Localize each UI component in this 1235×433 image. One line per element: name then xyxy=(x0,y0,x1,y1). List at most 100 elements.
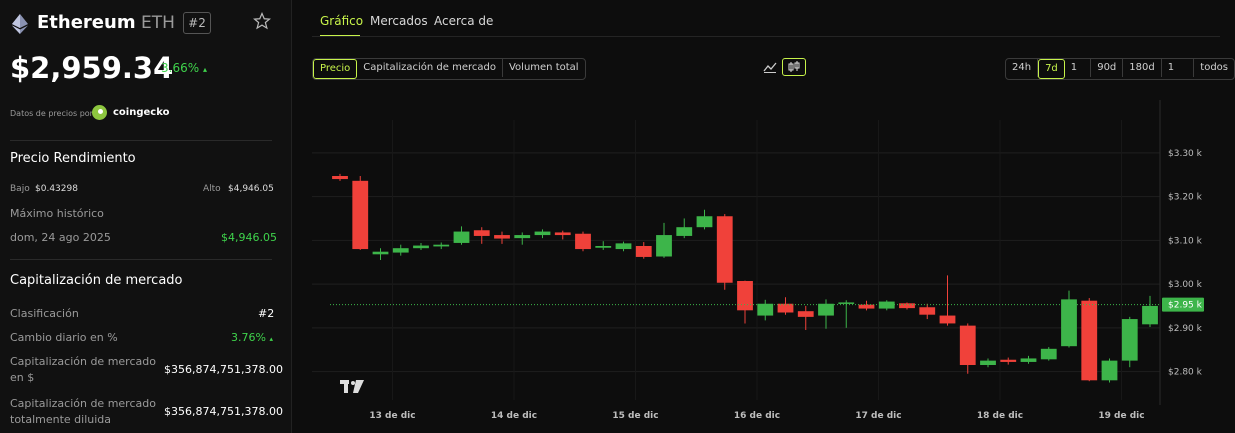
y-tick-label: $2.80 k xyxy=(1168,368,1203,378)
rank-value: #2 xyxy=(258,307,275,320)
candle-body xyxy=(696,216,713,228)
candle-body xyxy=(676,227,693,236)
daily-change-value: 3.76% xyxy=(231,331,266,344)
fdv-value: $356,874,751,378.00 xyxy=(164,405,283,418)
up-arrow-icon: ▴ xyxy=(269,335,273,343)
x-tick-label: 18 de dic xyxy=(977,411,1023,421)
candle-body xyxy=(757,303,774,316)
x-tick-label: 17 de dic xyxy=(855,411,901,421)
candle-body xyxy=(554,232,571,236)
fdv-label: Capitalización de mercado totalmente dil… xyxy=(10,397,156,426)
candle-body xyxy=(453,231,470,243)
candle-body xyxy=(858,304,875,309)
candle-body xyxy=(797,311,814,317)
performance-title: Precio Rendimiento xyxy=(10,151,136,166)
candle-body xyxy=(392,248,409,253)
candle-body xyxy=(959,325,976,365)
rank-badge: #2 xyxy=(183,12,211,34)
line-chart-icon[interactable] xyxy=(760,58,780,76)
marketcap-title: Capitalización de mercado xyxy=(10,273,183,288)
y-tick-label: $3.30 k xyxy=(1168,149,1203,159)
range-180d-button[interactable]: 180d xyxy=(1123,59,1162,77)
candle-body xyxy=(1121,319,1138,361)
candle-body xyxy=(332,176,348,180)
candle-body xyxy=(939,315,956,324)
candle-body xyxy=(1061,299,1077,347)
candle-body xyxy=(413,245,429,249)
range-90d-button[interactable]: 90d xyxy=(1091,59,1124,77)
up-arrow-icon: ▴ xyxy=(202,65,207,74)
candle-body xyxy=(372,251,389,255)
range-24h-button[interactable]: 24h xyxy=(1006,59,1039,77)
ath-label: Máximo histórico xyxy=(10,207,104,220)
candle-body xyxy=(635,246,652,257)
candle-body xyxy=(352,180,369,250)
candlestick-chart-icon[interactable] xyxy=(782,58,806,76)
daily-change: 3.76% ▴ xyxy=(231,331,273,344)
candle-body xyxy=(473,230,490,236)
x-tick-label: 14 de dic xyxy=(491,411,537,421)
metric-volume-button[interactable]: Volumen total xyxy=(503,59,585,77)
tabs-divider xyxy=(312,36,1220,37)
ethereum-logo-icon xyxy=(12,14,28,34)
candle-body xyxy=(514,235,531,239)
coin-name: Ethereum xyxy=(37,12,136,33)
rank-label: Clasificación xyxy=(10,307,79,320)
candle-body xyxy=(656,235,672,257)
coin-sidebar: Ethereum ETH #2 $2,959.34 3.66% ▴ Datos … xyxy=(0,0,292,433)
candle-body xyxy=(494,235,510,239)
coingecko-logo-icon[interactable] xyxy=(92,105,107,120)
tab-acerca-de[interactable]: Acerca de xyxy=(434,14,493,28)
candle-body xyxy=(777,303,794,313)
x-tick-label: 13 de dic xyxy=(369,411,415,421)
candle-body xyxy=(1081,300,1098,381)
range-selector: 24h 7d 1 m 90d 180d 1 año todos xyxy=(1005,58,1235,80)
star-icon[interactable] xyxy=(252,11,272,30)
metric-price-button[interactable]: Precio xyxy=(313,59,358,79)
candle-body xyxy=(433,244,450,247)
price-change: 3.66% ▴ xyxy=(161,61,207,75)
high-value: $4,946.05 xyxy=(228,184,274,194)
price-change-value: 3.66% xyxy=(161,61,200,75)
ath-date: dom, 24 ago 2025 xyxy=(10,231,111,244)
provider-name[interactable]: coingecko xyxy=(113,107,169,118)
x-tick-label: 16 de dic xyxy=(734,411,780,421)
candle-body xyxy=(980,360,996,365)
marketcap-usd-label: Capitalización de mercado en $ xyxy=(10,355,156,384)
candle-body xyxy=(615,243,632,250)
candle-body xyxy=(1020,358,1037,362)
candle-body xyxy=(878,301,895,309)
tab-mercados[interactable]: Mercados xyxy=(370,14,428,28)
coin-price: $2,959.34 xyxy=(10,51,174,85)
low-value: $0.43298 xyxy=(35,184,78,194)
current-price-label: $2.95 k xyxy=(1168,301,1203,311)
candle-body xyxy=(919,307,936,315)
metric-selector: Precio Capitalización de mercado Volumen… xyxy=(312,58,586,80)
candle-body xyxy=(1000,359,1017,362)
candle-body xyxy=(899,303,915,309)
candle-body xyxy=(595,246,612,248)
candle-body xyxy=(818,303,834,316)
candle-body xyxy=(1142,305,1158,325)
y-tick-label: $3.20 k xyxy=(1168,193,1203,203)
low-label: Bajo xyxy=(10,184,30,194)
candle-body xyxy=(1101,360,1118,381)
candle-body xyxy=(534,231,551,236)
tab-grafico[interactable]: Gráfico xyxy=(320,14,363,28)
y-tick-label: $3.00 k xyxy=(1168,280,1203,290)
candle-body xyxy=(838,302,855,304)
range-all-button[interactable]: todos xyxy=(1194,59,1234,77)
range-7d-button[interactable]: 7d xyxy=(1038,59,1065,79)
coin-symbol: ETH xyxy=(141,13,175,33)
candle-body xyxy=(1040,348,1057,360)
candle-body xyxy=(737,281,753,311)
candle-body xyxy=(575,233,591,250)
metric-marketcap-button[interactable]: Capitalización de mercado xyxy=(357,59,503,77)
ath-value: $4,946.05 xyxy=(221,231,277,244)
range-1y-button[interactable]: 1 año xyxy=(1162,59,1195,77)
data-by-label: Datos de precios por xyxy=(10,109,93,118)
x-tick-label: 19 de dic xyxy=(1098,411,1144,421)
chart-mode-selector xyxy=(760,58,806,76)
tradingview-logo-icon xyxy=(340,380,364,393)
range-1m-button[interactable]: 1 m xyxy=(1065,59,1092,77)
